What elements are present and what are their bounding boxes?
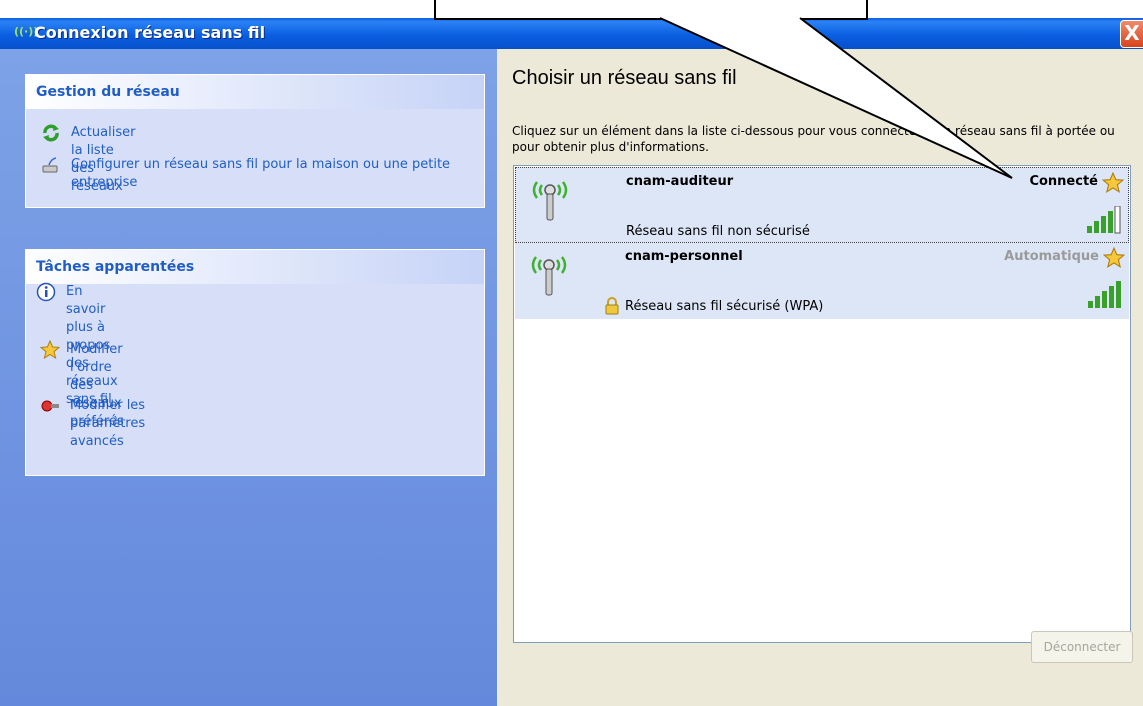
title-bar: ((·)) Connexion réseau sans fil X — [0, 18, 1143, 49]
page-title: Choisir un réseau sans fil — [512, 67, 737, 89]
close-button[interactable]: X — [1120, 20, 1143, 48]
network-tasks-panel: Gestion du réseau Actualiser la liste de… — [25, 74, 485, 208]
wizard-icon — [42, 157, 58, 173]
preferred-star-icon — [1102, 172, 1124, 193]
network-security: Réseau sans fil non sécurisé — [626, 224, 810, 239]
disconnect-button[interactable]: Déconnecter — [1031, 631, 1133, 663]
task-pane: Gestion du réseau Actualiser la liste de… — [0, 49, 497, 706]
network-item-cnam-personnel[interactable]: cnam-personnel Réseau sans fil sécurisé … — [515, 243, 1129, 319]
star-icon — [40, 340, 60, 360]
network-status: Connecté — [1029, 174, 1098, 189]
content-pane: Choisir un réseau sans fil Cliquez sur u… — [497, 49, 1143, 706]
refresh-icon — [43, 124, 59, 142]
task-label: Configurer un réseau sans fil pour la ma… — [71, 157, 451, 190]
network-security: Réseau sans fil sécurisé (WPA) — [625, 299, 824, 314]
window-title: Connexion réseau sans fil — [34, 23, 266, 42]
antenna-icon — [532, 181, 568, 221]
network-status: Automatique — [1004, 249, 1099, 264]
panel-heading: Gestion du réseau — [26, 75, 484, 109]
network-name: cnam-auditeur — [626, 174, 734, 189]
preferred-star-icon — [1103, 247, 1125, 268]
info-icon — [36, 282, 56, 302]
network-name: cnam-personnel — [625, 249, 743, 264]
network-item-cnam-auditeur[interactable]: cnam-auditeur Réseau sans fil non sécuri… — [515, 167, 1129, 243]
settings-icon — [41, 400, 59, 412]
instructions-text: Cliquez sur un élément dans la liste ci-… — [512, 124, 1115, 154]
panel-heading: Tâches apparentées — [26, 250, 484, 284]
network-list[interactable]: cnam-auditeur Réseau sans fil non sécuri… — [513, 165, 1131, 643]
signal-strength-icon — [1087, 206, 1121, 234]
related-tasks-panel: Tâches apparentées En savoir plus à prop… — [25, 249, 485, 476]
antenna-icon — [531, 256, 567, 296]
lock-icon — [605, 297, 619, 315]
task-label: Modifier les paramètres avancés — [70, 398, 146, 449]
callout-box — [434, 0, 868, 20]
signal-strength-icon — [1088, 281, 1121, 308]
